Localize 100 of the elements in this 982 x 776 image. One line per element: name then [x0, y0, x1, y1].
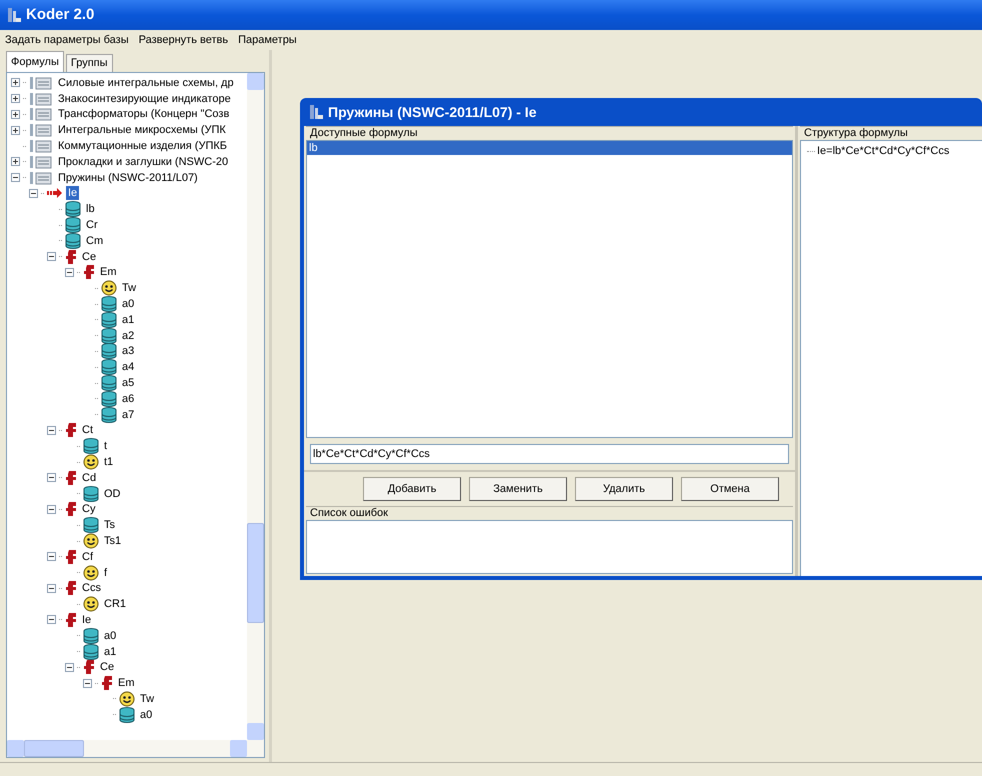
tree-item[interactable]: OD [102, 486, 122, 501]
tree-item[interactable]: Cm [84, 234, 106, 248]
formula-f-icon [65, 548, 77, 565]
tree-item[interactable]: a3 [120, 344, 136, 358]
tree-item[interactable]: a0 [102, 628, 118, 643]
tab[interactable]: Формулы [6, 51, 64, 72]
tree-item[interactable]: a0 [120, 297, 136, 312]
formula-f-icon [65, 248, 77, 265]
tree-item[interactable]: Коммутационные изделия (УПКБ [56, 139, 229, 154]
tree-item[interactable]: Em [116, 676, 136, 690]
tree-item[interactable]: Ts [102, 518, 117, 532]
tree-item[interactable]: Трансформаторы (Концерн "Созв [56, 107, 232, 122]
structure-item[interactable]: Ie=lb*Ce*Ct*Cd*Cy*Cf*Ccs [817, 143, 950, 160]
tree-item[interactable]: Пружины (NSWC-2011/L07) [56, 170, 200, 185]
expand-toggle[interactable] [11, 110, 20, 119]
formula-f-icon [65, 612, 77, 628]
dialog-title: Пружины (NSWC-2011/L07) - Ie [328, 102, 536, 122]
collapse-toggle[interactable] [47, 426, 56, 435]
formula-f-icon [101, 675, 113, 692]
database-icon [65, 217, 81, 234]
collapse-toggle[interactable] [29, 188, 38, 198]
horizontal-scrollbar[interactable] [7, 740, 264, 757]
menu-item[interactable]: Параметры [237, 32, 298, 48]
tree-item[interactable]: a4 [120, 360, 136, 374]
vertical-scrollbar[interactable] [247, 73, 264, 740]
formula-f-icon [83, 659, 95, 676]
menu-item[interactable]: Задать параметры базы [4, 32, 130, 48]
collapse-toggle[interactable] [11, 173, 20, 182]
smiley-icon [83, 454, 99, 470]
database-icon [101, 343, 117, 360]
collapse-toggle[interactable] [47, 473, 56, 482]
tree-item[interactable]: a1 [102, 644, 118, 659]
dialog-button[interactable]: Заменить [469, 477, 567, 501]
app-icon [308, 104, 324, 120]
smiley-icon [83, 564, 99, 581]
formula-f-icon [83, 264, 95, 280]
tree-item[interactable]: Ce [80, 250, 98, 264]
tree-item[interactable]: Интегральные микросхемы (УПК [56, 123, 228, 138]
tree-item[interactable]: Ct [80, 423, 95, 438]
database-icon [83, 644, 99, 660]
tree-item[interactable]: Ts1 [102, 534, 124, 548]
formula-f-icon [65, 501, 77, 518]
tree-item[interactable]: Ccs [80, 581, 103, 596]
database-icon [83, 438, 99, 454]
tree-item[interactable]: Cr [84, 218, 100, 232]
smiley-icon [119, 690, 135, 707]
collapse-toggle[interactable] [83, 678, 92, 688]
collapse-toggle[interactable] [47, 584, 56, 593]
tree-item[interactable]: Ie [66, 186, 80, 200]
formula-f-icon [65, 580, 77, 596]
tree-item[interactable]: Прокладки и заглушки (NSWC-20 [56, 154, 230, 169]
cabinet-icon [29, 170, 53, 185]
tree-item[interactable]: a6 [120, 392, 136, 406]
tree-item[interactable]: Em [98, 265, 118, 280]
expand-toggle[interactable] [11, 94, 20, 104]
tree-item[interactable]: Знакосинтезирующие индикаторе [56, 92, 233, 106]
tree-item[interactable]: Tw [138, 692, 156, 706]
tree-item[interactable]: Cy [80, 502, 98, 516]
formula-input[interactable]: lb*Ce*Ct*Cd*Cy*Cf*Ccs [310, 444, 789, 464]
database-icon [101, 406, 117, 423]
database-icon [101, 312, 117, 328]
tree-item[interactable]: Ce [98, 660, 116, 674]
tree-item[interactable]: a2 [120, 328, 136, 343]
expand-toggle[interactable] [11, 157, 20, 166]
tree-item[interactable]: t [102, 439, 110, 454]
tree-item[interactable]: Силовые интегральные схемы, др [56, 76, 236, 90]
tree-item[interactable]: f [102, 566, 110, 580]
collapse-toggle[interactable] [65, 268, 74, 277]
tree-item[interactable]: Cd [80, 470, 98, 485]
collapse-toggle[interactable] [47, 615, 56, 624]
dialog-button[interactable]: Отмена [681, 477, 779, 501]
database-icon [65, 201, 81, 218]
list-item[interactable]: lb [307, 141, 792, 155]
tree-item[interactable]: CR1 [102, 597, 128, 612]
expand-toggle[interactable] [11, 78, 20, 88]
database-icon [101, 375, 117, 392]
dialog-button[interactable]: Удалить [575, 477, 673, 501]
database-icon [83, 486, 99, 502]
tree-item[interactable]: a1 [120, 312, 136, 327]
menu-item[interactable]: Развернуть ветвь [138, 32, 230, 48]
dialog-button[interactable]: Добавить [363, 477, 461, 501]
tree-item[interactable]: a0 [138, 708, 154, 722]
tree-item[interactable]: lb [84, 202, 97, 216]
collapse-toggle[interactable] [65, 662, 74, 672]
tree-item[interactable]: a5 [120, 376, 136, 390]
database-icon [83, 628, 99, 644]
collapse-toggle[interactable] [47, 252, 56, 262]
expand-toggle[interactable] [11, 126, 20, 135]
smiley-icon [101, 280, 117, 296]
tree-item[interactable]: t1 [102, 455, 116, 470]
cabinet-icon [29, 123, 53, 138]
cabinet-icon [29, 154, 53, 169]
collapse-toggle[interactable] [47, 552, 56, 562]
tree-item[interactable]: Cf [80, 550, 95, 564]
tab[interactable]: Группы [66, 54, 113, 72]
formula-f-icon [65, 470, 77, 486]
collapse-toggle[interactable] [47, 504, 56, 514]
tree-item[interactable]: a7 [120, 408, 136, 422]
tree-item[interactable]: Ie [80, 612, 94, 627]
tree-item[interactable]: Tw [120, 281, 138, 296]
